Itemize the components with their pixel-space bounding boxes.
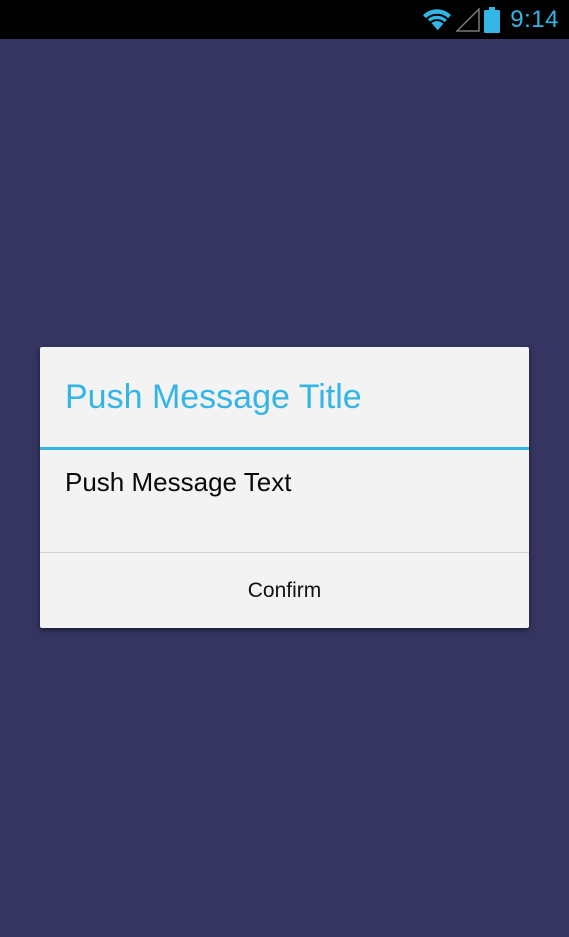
dialog-title: Push Message Title	[65, 378, 362, 416]
status-bar: 9:14	[0, 0, 569, 39]
wifi-icon	[422, 8, 452, 32]
screen: 9:14 Push Message Title Push Message Tex…	[0, 0, 569, 937]
dialog-message: Push Message Text	[65, 467, 292, 497]
status-time: 9:14	[510, 5, 559, 33]
battery-icon	[484, 6, 501, 33]
confirm-button[interactable]: Confirm	[40, 553, 529, 628]
title-divider	[40, 447, 529, 450]
push-message-dialog: Push Message Title Push Message Text Con…	[40, 347, 529, 628]
status-icons: 9:14	[422, 0, 569, 39]
signal-icon	[456, 7, 481, 32]
